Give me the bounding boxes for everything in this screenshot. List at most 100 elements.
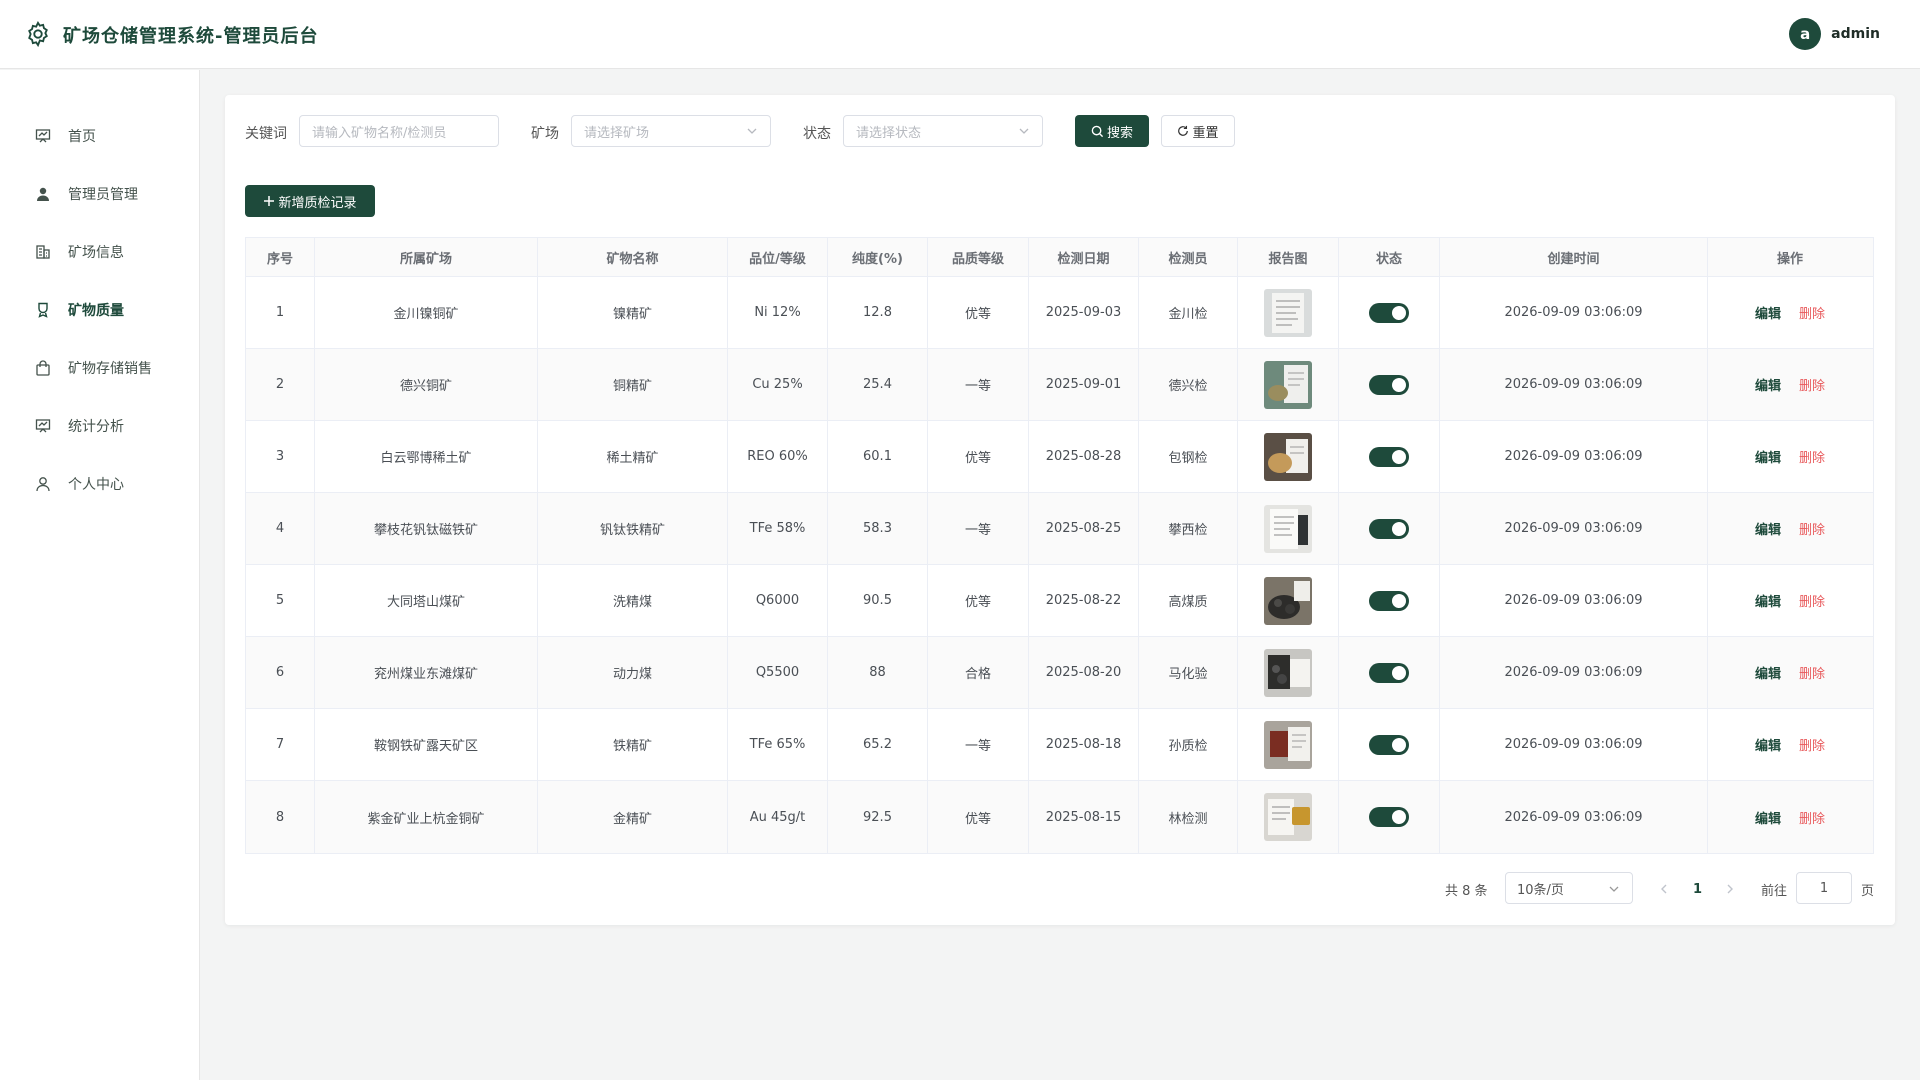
cell-date: 2025-08-20: [1029, 637, 1139, 708]
edit-button[interactable]: 编辑: [1755, 735, 1781, 754]
chevron-down-icon: [1019, 128, 1029, 134]
cell-report: [1238, 565, 1339, 636]
sidebar-item-mineral-quality[interactable]: 矿物质量: [0, 290, 199, 330]
chevron-down-icon: [747, 128, 757, 134]
cell-mineral: 金精矿: [538, 781, 728, 853]
page-suffix: 页: [1861, 883, 1875, 899]
report-image-thumbnail[interactable]: [1264, 360, 1312, 409]
edit-button[interactable]: 编辑: [1755, 519, 1781, 538]
mine-select[interactable]: 请选择矿场: [571, 115, 771, 147]
app-title: 矿场仓储管理系统-管理员后台: [63, 26, 319, 47]
cell-quality: 优等: [928, 421, 1029, 492]
report-image-thumbnail[interactable]: [1264, 648, 1312, 697]
edit-button[interactable]: 编辑: [1755, 591, 1781, 610]
delete-button[interactable]: 删除: [1799, 303, 1825, 322]
report-image-thumbnail[interactable]: [1264, 720, 1312, 769]
edit-button[interactable]: 编辑: [1755, 663, 1781, 682]
cell-inspector: 德兴检: [1139, 349, 1238, 420]
chevron-left-icon: [1661, 884, 1667, 894]
report-image-thumbnail[interactable]: [1264, 504, 1312, 553]
table-header: 序号 所属矿场 矿物名称 品位/等级 纯度(%) 品质等级 检测日期 检测员 报…: [246, 238, 1873, 277]
user-menu[interactable]: a admin: [1789, 18, 1880, 50]
search-icon: [1091, 125, 1104, 137]
next-page-button[interactable]: [1725, 872, 1735, 906]
cell-grade: Q5500: [728, 637, 828, 708]
column-header: 状态: [1339, 238, 1440, 276]
cell-grade: TFe 65%: [728, 709, 828, 780]
edit-button[interactable]: 编辑: [1755, 375, 1781, 394]
cell-inspector: 包钢检: [1139, 421, 1238, 492]
delete-button[interactable]: 删除: [1799, 375, 1825, 394]
add-record-button[interactable]: 新增质检记录: [245, 185, 375, 217]
status-toggle[interactable]: [1369, 734, 1409, 755]
sidebar-item-statistics[interactable]: 统计分析: [0, 406, 199, 446]
keyword-input[interactable]: 请输入矿物名称/检测员: [299, 115, 499, 147]
avatar[interactable]: a: [1789, 18, 1822, 50]
username[interactable]: admin: [1831, 26, 1880, 42]
status-toggle[interactable]: [1369, 518, 1409, 539]
table-row: 1 金川镍铜矿 镍精矿 Ni 12% 12.8 优等 2025-09-03 金川检 2026-0…: [246, 277, 1873, 349]
cell-grade: TFe 58%: [728, 493, 828, 564]
cell-quality: 优等: [928, 277, 1029, 348]
sidebar-item-mine-info[interactable]: 矿场信息: [0, 232, 199, 272]
cell-created: 2026-09-09 03:06:09: [1440, 565, 1708, 636]
cell-date: 2025-08-22: [1029, 565, 1139, 636]
delete-button[interactable]: 删除: [1799, 519, 1825, 538]
prev-page-button[interactable]: [1659, 872, 1669, 906]
sidebar-item-label: 个人中心: [68, 477, 124, 493]
status-toggle[interactable]: [1369, 302, 1409, 323]
cell-purity: 12.8: [828, 277, 928, 348]
sidebar-item-storage-sales[interactable]: 矿物存储销售: [0, 348, 199, 388]
cell-actions: 编辑 删除: [1708, 277, 1872, 348]
status-label: 状态: [803, 126, 831, 142]
status-select[interactable]: 请选择状态: [843, 115, 1043, 147]
edit-button[interactable]: 编辑: [1755, 303, 1781, 322]
status-toggle[interactable]: [1369, 807, 1409, 827]
delete-button[interactable]: 删除: [1799, 735, 1825, 754]
quality-table: 序号 所属矿场 矿物名称 品位/等级 纯度(%) 品质等级 检测日期 检测员 报…: [245, 237, 1874, 854]
delete-button[interactable]: 删除: [1799, 591, 1825, 610]
status-toggle[interactable]: [1369, 374, 1409, 395]
cell-mineral: 钒钛铁精矿: [538, 493, 728, 564]
edit-button[interactable]: 编辑: [1755, 808, 1781, 827]
status-toggle[interactable]: [1369, 662, 1409, 683]
column-header: 报告图: [1238, 238, 1339, 276]
edit-button[interactable]: 编辑: [1755, 447, 1781, 466]
cell-status: [1339, 493, 1440, 564]
report-image-thumbnail[interactable]: [1264, 432, 1312, 481]
column-header: 矿物名称: [538, 238, 728, 276]
cell-quality: 合格: [928, 637, 1029, 708]
sidebar-item-admin[interactable]: 管理员管理: [0, 174, 199, 214]
delete-button[interactable]: 删除: [1799, 808, 1825, 827]
report-image-thumbnail[interactable]: [1264, 793, 1312, 841]
cell-purity: 58.3: [828, 493, 928, 564]
cell-mine: 金川镍铜矿: [315, 277, 538, 348]
report-image-thumbnail[interactable]: [1264, 576, 1312, 625]
column-header: 操作: [1776, 251, 1803, 267]
column-header: 所属矿场: [315, 238, 538, 276]
reset-button[interactable]: 重置: [1161, 115, 1235, 147]
cell-created: 2026-09-09 03:06:09: [1440, 277, 1708, 348]
sidebar-item-profile[interactable]: 个人中心: [0, 464, 199, 504]
sidebar-item-home[interactable]: 首页: [0, 116, 199, 156]
status-toggle[interactable]: [1369, 590, 1409, 611]
goto-page-input[interactable]: 1: [1796, 872, 1852, 904]
cell-status: [1339, 709, 1440, 780]
cell-actions: 编辑 删除: [1708, 709, 1872, 780]
cell-date: 2025-09-01: [1029, 349, 1139, 420]
cell-no: 7: [246, 709, 315, 780]
search-button[interactable]: 搜索: [1075, 115, 1149, 147]
cell-actions: 编辑 删除: [1708, 493, 1872, 564]
report-image-thumbnail[interactable]: [1264, 288, 1312, 337]
page-number-current[interactable]: 1: [1693, 872, 1702, 906]
cell-purity: 25.4: [828, 349, 928, 420]
delete-button[interactable]: 删除: [1799, 663, 1825, 682]
search-button-label: 搜索: [1106, 125, 1133, 141]
status-toggle[interactable]: [1369, 446, 1409, 467]
cell-grade: Au 45g/t: [728, 781, 828, 853]
cell-inspector: 金川检: [1139, 277, 1238, 348]
page-size-select[interactable]: 10条/页: [1505, 872, 1633, 904]
sidebar-item-label: 首页: [68, 129, 96, 145]
add-record-label: 新增质检记录: [278, 195, 357, 211]
delete-button[interactable]: 删除: [1799, 447, 1825, 466]
